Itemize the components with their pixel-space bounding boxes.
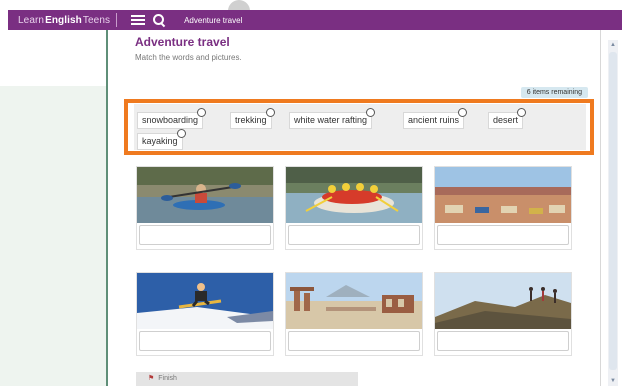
ruins-photo [286,273,422,329]
left-backdrop-band [0,86,106,386]
search-icon[interactable] [152,13,166,28]
brand-english: English [45,14,82,26]
scrollbar-thumb[interactable] [609,52,617,370]
menu-icon[interactable] [131,15,146,25]
brand-teens: Teens [82,14,111,26]
left-rule [106,28,108,386]
page-title: Adventure travel [135,35,230,49]
picture-card-1 [136,166,274,250]
desert-photo [435,167,571,223]
picture-card-2 [285,166,423,250]
trekking-photo [435,273,571,329]
rafting-photo [286,167,422,223]
answer-drop-zone[interactable] [139,331,271,351]
topbar-page-label: Adventure travel [184,15,243,25]
vertical-scrollbar[interactable]: ▲ ▼ [608,40,618,386]
picture-card-3 [434,166,572,250]
answer-drop-zone[interactable] [139,225,271,245]
instructions-text: Match the words and pictures. [135,53,242,62]
picture-card-5 [285,272,423,356]
answer-drop-zone[interactable] [437,331,569,351]
kayaking-photo [137,167,273,223]
scroll-down-arrow-icon[interactable]: ▼ [609,377,617,385]
answer-drop-zone[interactable] [288,331,420,351]
snowboarding-photo [137,273,273,329]
brand-learn: Learn [18,14,45,26]
topbar-divider [116,13,118,27]
exercise-panel: Adventure travel Match the words and pic… [128,30,600,386]
highlight-frame [124,99,594,155]
answer-drop-zone[interactable] [437,225,569,245]
picture-card-4 [136,272,274,356]
finish-button[interactable]: ⚑ Finish [136,372,358,386]
site-logo[interactable]: Learn English Teens [18,15,110,26]
flag-icon: ⚑ [148,375,155,382]
top-navigation-bar: Learn English Teens Adventure travel [8,10,622,30]
answer-drop-zone[interactable] [288,225,420,245]
items-remaining-badge: 6 items remaining [520,87,588,98]
scroll-up-arrow-icon[interactable]: ▲ [609,41,617,49]
finish-label: Finish [158,375,177,382]
picture-card-6 [434,272,572,356]
panel-right-border [600,30,601,386]
